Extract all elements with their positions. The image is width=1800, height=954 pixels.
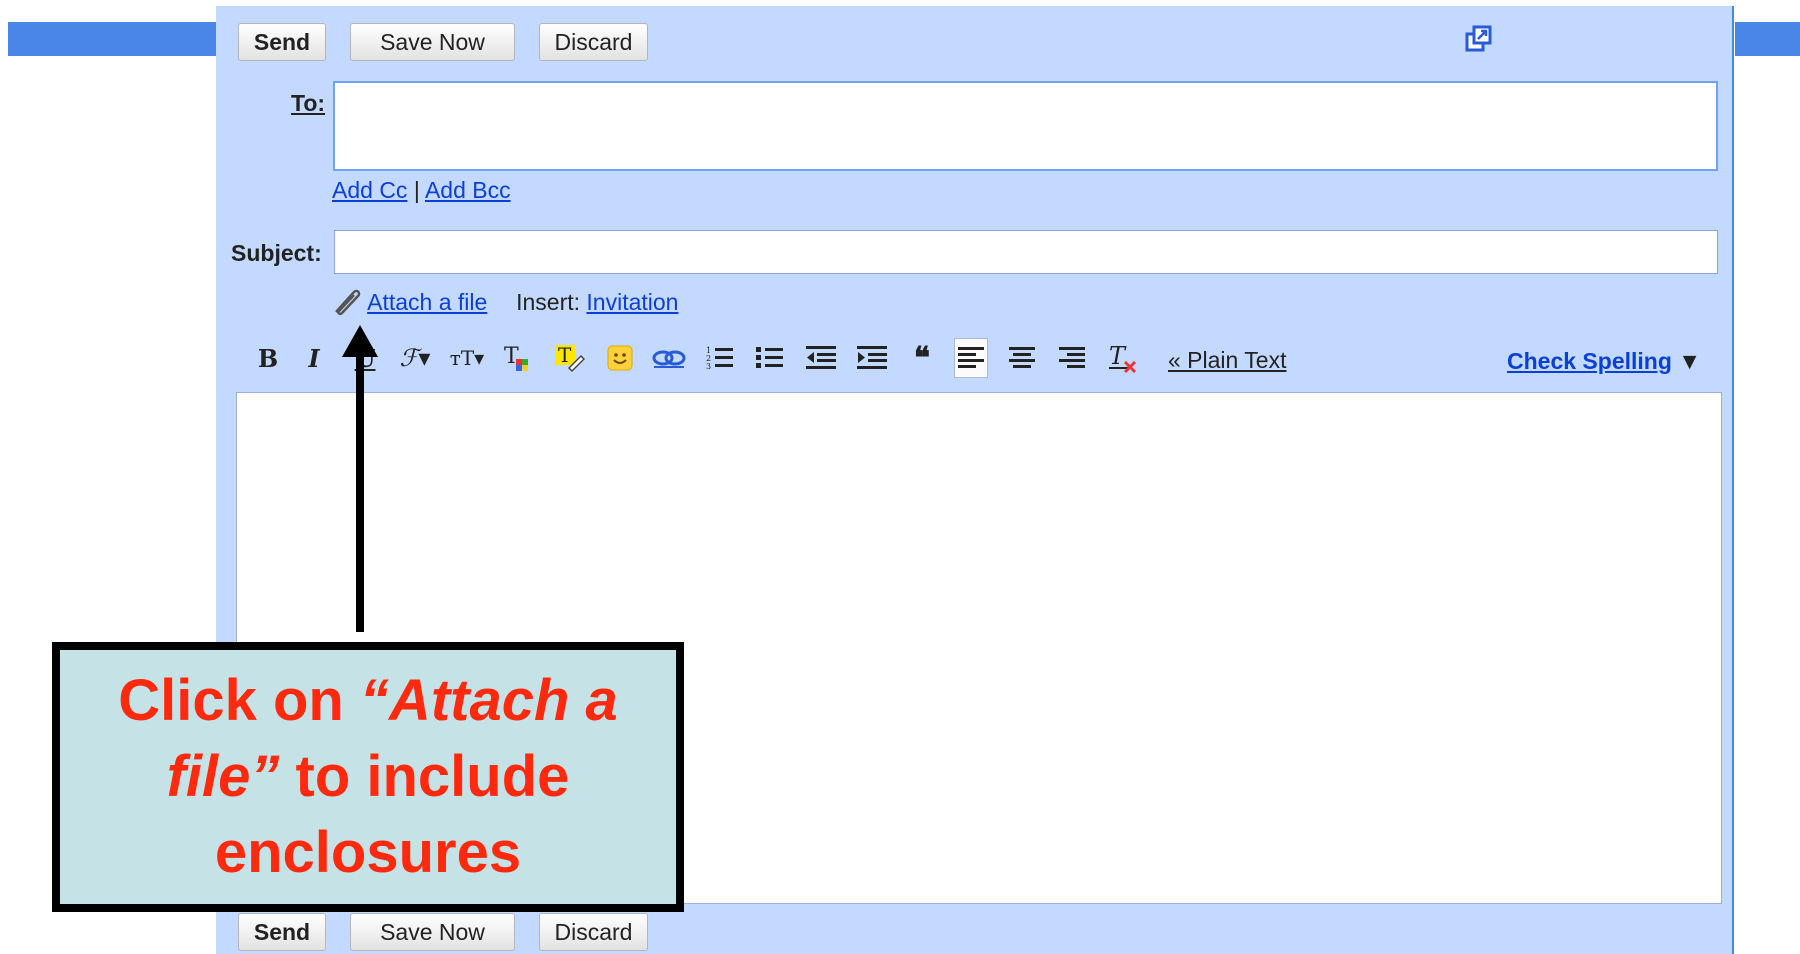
to-field[interactable] bbox=[333, 81, 1718, 171]
annotation-arrow-head bbox=[342, 325, 378, 357]
check-spelling-link[interactable]: Check Spelling bbox=[1507, 348, 1672, 374]
font-size-icon[interactable]: тT▾ bbox=[450, 338, 484, 378]
discard-button[interactable]: Discard bbox=[539, 23, 648, 61]
svg-text:T: T bbox=[558, 343, 572, 367]
align-left-icon[interactable] bbox=[954, 338, 988, 378]
callout-part1: Click on bbox=[118, 668, 360, 733]
to-label-link[interactable]: To: bbox=[291, 90, 325, 117]
bold-icon[interactable]: B bbox=[251, 338, 285, 378]
indent-less-icon[interactable] bbox=[804, 338, 838, 378]
subject-field[interactable] bbox=[334, 230, 1718, 274]
attach-file-link[interactable]: Attach a file bbox=[367, 289, 487, 315]
cc-bcc-separator: | bbox=[413, 177, 420, 203]
attach-row: Attach a file Insert: Invitation bbox=[330, 285, 678, 323]
check-spelling-group: Check Spelling ▼ bbox=[1507, 348, 1701, 375]
text-color-icon[interactable]: T bbox=[500, 338, 534, 378]
instruction-callout: Click on “Attach a file” to include encl… bbox=[52, 642, 684, 912]
save-now-button-bottom[interactable]: Save Now bbox=[350, 913, 515, 951]
align-center-icon[interactable] bbox=[1005, 338, 1039, 378]
emoticon-icon[interactable] bbox=[603, 338, 637, 378]
annotation-arrow-shaft bbox=[356, 348, 364, 632]
discard-button-bottom[interactable]: Discard bbox=[539, 913, 648, 951]
subject-label: Subject: bbox=[231, 240, 322, 266]
add-cc-link[interactable]: Add Cc bbox=[332, 177, 407, 203]
callout-text: Click on “Attach a file” to include encl… bbox=[60, 663, 676, 891]
plain-text-link[interactable]: « Plain Text bbox=[1168, 347, 1286, 374]
add-bcc-link[interactable]: Add Bcc bbox=[425, 177, 511, 203]
numbered-list-icon[interactable]: 123 bbox=[703, 338, 737, 378]
send-button-bottom[interactable]: Send bbox=[238, 913, 326, 951]
indent-more-icon[interactable] bbox=[855, 338, 889, 378]
paperclip-icon bbox=[330, 285, 362, 323]
top-blue-bar-right bbox=[1735, 22, 1800, 56]
link-icon[interactable] bbox=[652, 338, 686, 378]
popout-icon[interactable] bbox=[1464, 24, 1494, 54]
highlight-icon[interactable]: T bbox=[552, 338, 586, 378]
bulleted-list-icon[interactable] bbox=[753, 338, 787, 378]
top-blue-bar-left bbox=[8, 22, 218, 56]
quote-icon[interactable]: ❝ bbox=[905, 338, 939, 378]
insert-label: Insert: bbox=[516, 289, 581, 316]
invitation-link[interactable]: Invitation bbox=[586, 289, 678, 315]
font-icon[interactable]: ℱ▾ bbox=[398, 338, 432, 378]
save-now-button[interactable]: Save Now bbox=[350, 23, 515, 61]
svg-text:3: 3 bbox=[706, 362, 711, 371]
italic-icon[interactable]: I bbox=[297, 338, 331, 378]
remove-formatting-icon[interactable]: T bbox=[1106, 338, 1140, 378]
check-spelling-dropdown-icon[interactable]: ▼ bbox=[1678, 348, 1701, 374]
align-right-icon[interactable] bbox=[1055, 338, 1089, 378]
cc-bcc-links: Add Cc | Add Bcc bbox=[332, 177, 511, 204]
send-button[interactable]: Send bbox=[238, 23, 326, 61]
svg-text:T: T bbox=[1109, 342, 1127, 370]
